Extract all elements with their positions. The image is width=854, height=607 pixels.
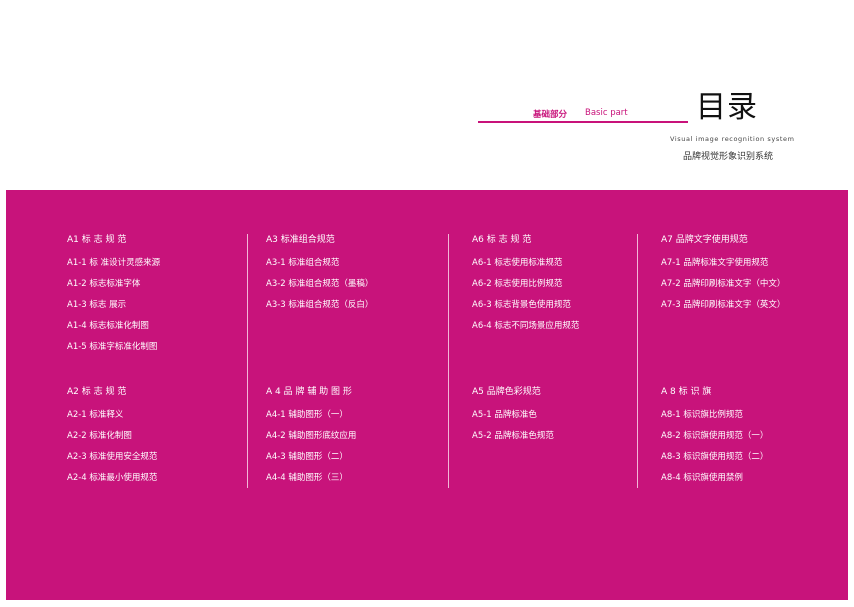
section-title: A 4 品 牌 辅 助 图 形: [266, 387, 352, 397]
section-item[interactable]: A8-2 标识旗使用规范（一）: [661, 430, 768, 442]
section-title: A6 标 志 规 范: [472, 235, 532, 245]
subtitle-cn: 品牌视觉形象识别系统: [683, 152, 774, 162]
column-divider: [448, 234, 449, 488]
section-a2: A2 标 志 规 范 A2-1 标准释义 A2-2 标准化制图 A2-3 标准使…: [67, 386, 157, 493]
section-item[interactable]: A4-1 辅助图形（一）: [266, 409, 356, 421]
section-item[interactable]: A1-5 标准字标准化制图: [67, 341, 160, 353]
section-item[interactable]: A1-3 标志 展示: [67, 299, 160, 311]
section-item[interactable]: A1-1 标 准设计灵感来源: [67, 257, 160, 269]
section-title: A 8 标 识 旗: [661, 387, 712, 397]
column-divider: [637, 234, 638, 488]
section-title: A2 标 志 规 范: [67, 387, 127, 397]
section-a4: A 4 品 牌 辅 助 图 形 A4-1 辅助图形（一） A4-2 辅助图形底纹…: [266, 386, 356, 493]
section-item[interactable]: A8-1 标识旗比例规范: [661, 409, 768, 421]
section-item[interactable]: A6-2 标志使用比例规范: [472, 278, 579, 290]
section-item[interactable]: A6-4 标志不同场景应用规范: [472, 320, 579, 332]
section-title: A1 标 志 规 范: [67, 235, 127, 245]
section-a1: A1 标 志 规 范 A1-1 标 准设计灵感来源 A1-2 标志标准字体 A1…: [67, 234, 160, 362]
section-item[interactable]: A2-3 标准使用安全规范: [67, 451, 157, 463]
section-a5: A5 品牌色彩规范 A5-1 品牌标准色 A5-2 品牌标准色规范: [472, 386, 554, 451]
section-item[interactable]: A6-3 标志背景色使用规范: [472, 299, 579, 311]
subtitle-en: Visual image recognition system: [670, 135, 795, 143]
header-rule: [478, 121, 688, 123]
section-item[interactable]: A6-1 标志使用标准规范: [472, 257, 579, 269]
section-item[interactable]: A7-3 品牌印刷标准文字（英文）: [661, 299, 785, 311]
section-item[interactable]: A8-3 标识旗使用规范（二）: [661, 451, 768, 463]
section-title: A3 标准组合规范: [266, 235, 335, 245]
section-item[interactable]: A4-4 辅助图形（三）: [266, 472, 356, 484]
section-title: A5 品牌色彩规范: [472, 387, 541, 397]
section-a7: A7 品牌文字使用规范 A7-1 品牌标准文字使用规范 A7-2 品牌印刷标准文…: [661, 234, 785, 320]
basic-part-label-en: Basic part: [585, 108, 628, 118]
page-header: 基础部分 Basic part 目录 Visual image recognit…: [0, 0, 854, 190]
column-divider: [247, 234, 248, 488]
section-item[interactable]: A8-4 标识旗使用禁例: [661, 472, 768, 484]
section-item[interactable]: A3-2 标准组合规范（墨稿）: [266, 278, 373, 290]
section-item[interactable]: A1-4 标志标准化制图: [67, 320, 160, 332]
section-item[interactable]: A3-3 标准组合规范（反白）: [266, 299, 373, 311]
section-item[interactable]: A4-3 辅助图形（二）: [266, 451, 356, 463]
page-title: 目录: [696, 90, 758, 125]
section-item[interactable]: A7-1 品牌标准文字使用规范: [661, 257, 785, 269]
section-item[interactable]: A5-2 品牌标准色规范: [472, 430, 554, 442]
section-item[interactable]: A3-1 标准组合规范: [266, 257, 373, 269]
section-item[interactable]: A1-2 标志标准字体: [67, 278, 160, 290]
section-item[interactable]: A2-4 标准最小使用规范: [67, 472, 157, 484]
section-a8: A 8 标 识 旗 A8-1 标识旗比例规范 A8-2 标识旗使用规范（一） A…: [661, 386, 768, 493]
section-a3: A3 标准组合规范 A3-1 标准组合规范 A3-2 标准组合规范（墨稿） A3…: [266, 234, 373, 320]
basic-part-label-cn: 基础部分: [533, 110, 568, 120]
section-title: A7 品牌文字使用规范: [661, 235, 748, 245]
section-item[interactable]: A7-2 品牌印刷标准文字（中文）: [661, 278, 785, 290]
section-item[interactable]: A4-2 辅助图形底纹应用: [266, 430, 356, 442]
section-item[interactable]: A5-1 品牌标准色: [472, 409, 554, 421]
section-a6: A6 标 志 规 范 A6-1 标志使用标准规范 A6-2 标志使用比例规范 A…: [472, 234, 579, 341]
section-item[interactable]: A2-1 标准释义: [67, 409, 157, 421]
section-item[interactable]: A2-2 标准化制图: [67, 430, 157, 442]
